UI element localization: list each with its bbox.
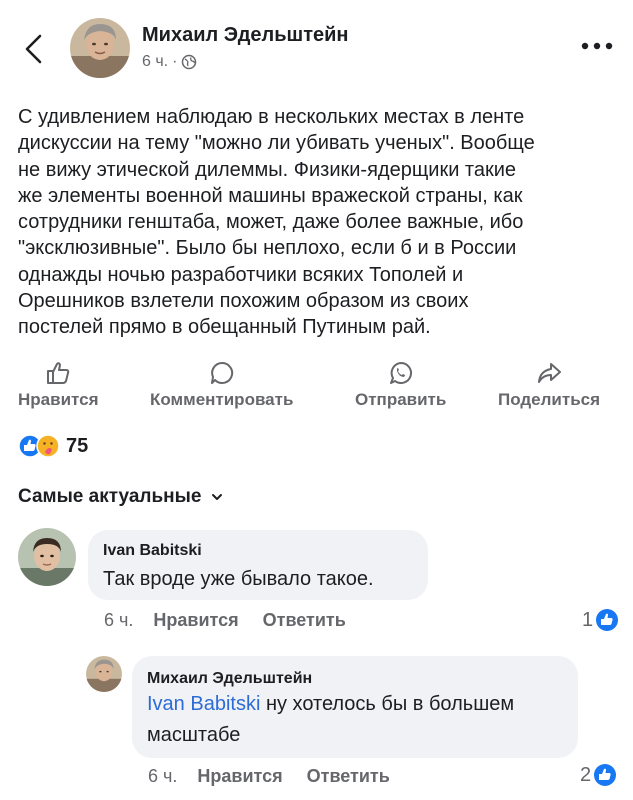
reaction-count: 75 [66, 434, 89, 457]
reply-meta: 6 ч. Нравится Ответить [148, 766, 390, 787]
post-time: 6 ч. [142, 53, 169, 70]
comment-reply-button[interactable]: Ответить [263, 610, 346, 631]
reply-text: Ivan Babitski ну хотелось бы в большем м… [147, 689, 567, 751]
like-button[interactable]: Нравится [18, 360, 99, 410]
share-button[interactable]: Поделиться [498, 360, 600, 410]
like-label: Нравится [18, 390, 99, 409]
reply-time: 6 ч. [148, 766, 178, 786]
post-actions-bar: Нравится Комментировать Отправить Подели… [0, 360, 633, 416]
send-label: Отправить [355, 390, 447, 409]
comment-sort-dropdown[interactable]: Самые актуальные [18, 486, 223, 508]
reply-bubble[interactable]: Михаил Эдельштейн Ivan Babitski ну хотел… [132, 656, 578, 758]
post-text: С удивлением наблюдаю в нескольких места… [18, 106, 535, 339]
reply-mention-link[interactable]: Ivan Babitski [147, 693, 260, 715]
like-reaction-icon [596, 609, 619, 631]
sort-label: Самые актуальные [18, 486, 202, 507]
reply-like-button[interactable]: Нравится [197, 766, 282, 787]
chevron-down-icon [212, 494, 223, 500]
reply-author[interactable]: Михаил Эдельштейн [147, 670, 312, 688]
send-button[interactable]: Отправить [355, 360, 446, 410]
author-avatar[interactable] [70, 18, 130, 78]
reply-reply-button[interactable]: Ответить [307, 766, 390, 787]
comment-label: Комментировать [150, 390, 294, 409]
comment-author[interactable]: Ivan Babitski [103, 542, 202, 560]
meta-separator: · [172, 53, 178, 70]
share-icon [538, 363, 562, 383]
comment-meta: 6 ч. Нравится Ответить [104, 610, 346, 631]
comment-avatar-ivan[interactable] [18, 528, 76, 586]
reactions-summary[interactable]: 75 [18, 434, 88, 458]
back-arrow-icon[interactable] [22, 34, 46, 64]
comment-like-number: 1 [582, 608, 594, 631]
reply-avatar-author[interactable] [86, 656, 122, 692]
comment-button[interactable]: Комментировать [150, 360, 293, 410]
comment-like-count[interactable]: 1 [582, 608, 619, 632]
whatsapp-icon [389, 362, 412, 384]
share-label: Поделиться [498, 390, 601, 409]
thumbs-up-icon [47, 362, 70, 384]
comment-bubble[interactable]: Ivan Babitski Так вроде уже бывало такое… [88, 530, 428, 600]
globe-icon [182, 54, 197, 70]
comment-like-button[interactable]: Нравится [153, 610, 238, 631]
post-author-name[interactable]: Михаил Эдельштейн [142, 24, 349, 47]
reply-like-count[interactable]: 2 [580, 763, 617, 787]
comment-icon [210, 361, 233, 384]
comment-text: Так вроде уже бывало такое. [103, 568, 374, 590]
care-reaction-icon [36, 434, 60, 458]
like-reaction-icon [594, 764, 617, 786]
comment-time: 6 ч. [104, 610, 134, 630]
more-options-icon[interactable] [580, 38, 614, 54]
post-meta: 6 ч. · [142, 53, 197, 71]
reply-like-number: 2 [580, 763, 592, 786]
